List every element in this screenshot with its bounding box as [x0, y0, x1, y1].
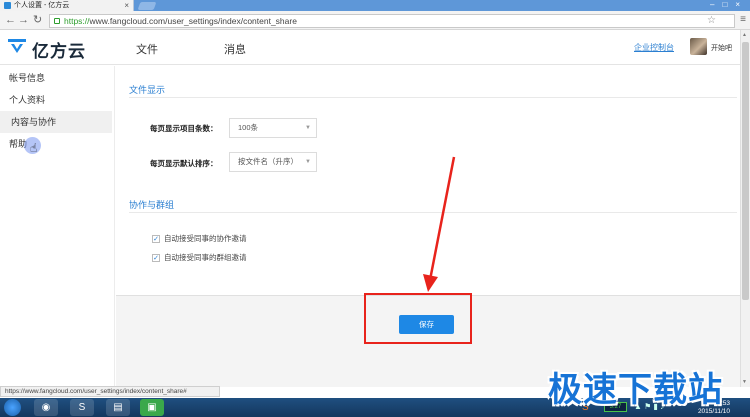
sidebar-item-account[interactable]: 帐号信息: [0, 67, 112, 89]
auto-accept-collab-label: 自动接受同事的协作邀请: [164, 234, 247, 243]
collab-title: 协作与群组: [129, 200, 175, 210]
chrome-icon[interactable]: ◉: [34, 399, 58, 416]
sidebar-item-profile[interactable]: 个人资料: [0, 89, 112, 111]
tab-title: 个人设置 - 亿方云: [14, 2, 70, 9]
dropdown-caret-icon: ▼: [305, 125, 311, 131]
section-divider: [129, 97, 737, 98]
hand-cursor-icon: ☝: [30, 141, 38, 155]
username[interactable]: 开始吧: [711, 43, 732, 53]
nav-files[interactable]: 文件: [136, 41, 158, 57]
lock-icon: [54, 18, 60, 24]
scroll-up-icon[interactable]: ▲: [742, 32, 747, 38]
browser-menu-icon[interactable]: ≡: [740, 14, 746, 25]
browser-tab-strip: 个人设置 - 亿方云 × –□×: [0, 0, 750, 11]
back-arrow-icon[interactable]: ←: [5, 14, 16, 27]
enterprise-console-link[interactable]: 企业控制台: [634, 42, 674, 53]
sort-label: 每页显示默认排序：: [150, 159, 218, 168]
sidebar-item-content-collab[interactable]: 内容与协作: [0, 111, 112, 133]
auto-accept-collab-option[interactable]: ✓ 自动接受同事的协作邀请: [152, 233, 247, 244]
app-icon[interactable]: ▣: [140, 399, 164, 416]
scrollbar-thumb[interactable]: [742, 42, 749, 300]
auto-accept-group-label: 自动接受同事的群组邀请: [164, 253, 247, 262]
per-page-select[interactable]: 100条 ▼: [229, 118, 317, 138]
checkbox-checked-icon[interactable]: ✓: [152, 235, 160, 244]
file-display-title: 文件显示: [129, 85, 166, 95]
logo-text[interactable]: 亿方云: [32, 37, 86, 62]
start-button[interactable]: [4, 399, 21, 416]
checkbox-checked-icon[interactable]: ✓: [152, 254, 160, 263]
window-controls[interactable]: –□×: [710, 0, 748, 11]
browser-tab[interactable]: 个人设置 - 亿方云 ×: [0, 0, 134, 11]
bookmark-star-icon[interactable]: ☆: [707, 15, 716, 27]
new-tab-button[interactable]: [137, 2, 157, 10]
tab-close-icon[interactable]: ×: [124, 0, 129, 11]
page-scrollbar[interactable]: ▲ ▼: [740, 30, 750, 387]
nav-messages[interactable]: 消息: [224, 41, 246, 57]
url-input[interactable]: https://www.fangcloud.com/user_settings/…: [49, 14, 735, 28]
link-status-bar: https://www.fangcloud.com/user_settings/…: [0, 386, 220, 397]
section-divider: [129, 212, 737, 213]
url-scheme: https://: [64, 16, 90, 26]
auto-accept-group-option[interactable]: ✓ 自动接受同事的群组邀请: [152, 252, 247, 263]
highlight-box: [364, 293, 472, 344]
sidebar-item-help[interactable]: 帮助: [0, 133, 112, 155]
settings-sidebar: 帐号信息 个人资料 内容与协作 帮助: [0, 66, 115, 387]
address-bar-row: ← → ↻ https://www.fangcloud.com/user_set…: [0, 11, 750, 30]
dropdown-caret-icon: ▼: [305, 159, 311, 165]
site-header: 亿方云 文件 消息 企业控制台 开始吧: [0, 30, 740, 65]
per-page-label: 每页显示项目条数：: [150, 124, 218, 133]
url-path: www.fangcloud.com/user_settings/index/co…: [89, 16, 297, 26]
folder-icon[interactable]: ▤: [106, 399, 130, 416]
avatar[interactable]: [690, 38, 707, 55]
scroll-down-icon[interactable]: ▼: [742, 379, 747, 385]
browser-s-icon[interactable]: S: [70, 399, 94, 416]
sort-select[interactable]: 按文件名（升序） ▼: [229, 152, 317, 172]
fangcloud-logo-icon[interactable]: [8, 38, 26, 54]
watermark: 极速下载站: [548, 371, 723, 409]
site-favicon-icon: [4, 2, 11, 9]
reload-icon[interactable]: ↻: [33, 14, 42, 27]
per-page-value: 100条: [238, 123, 259, 132]
sort-value: 按文件名（升序）: [238, 157, 298, 166]
forward-arrow-icon[interactable]: →: [18, 14, 29, 27]
